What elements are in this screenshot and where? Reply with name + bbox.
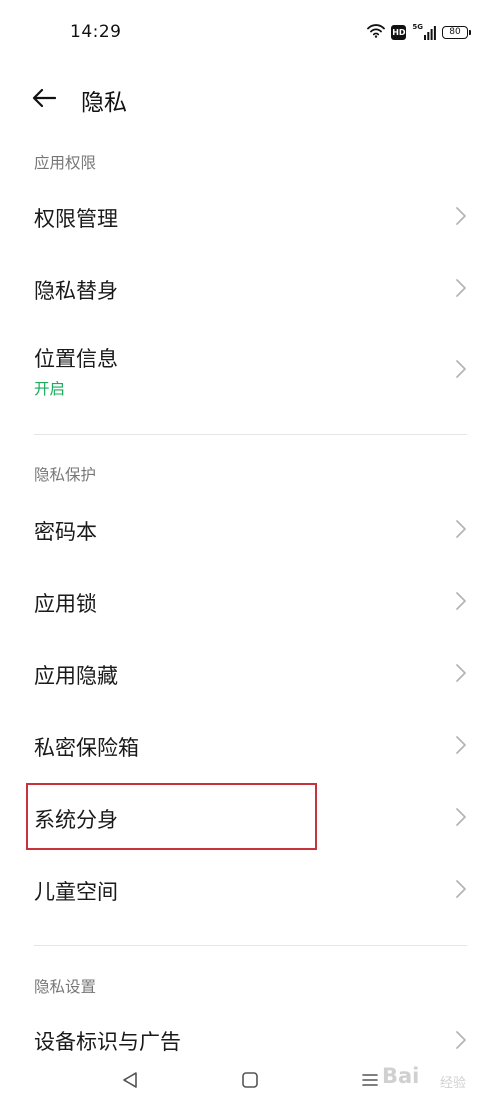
back-triangle-icon: [123, 1072, 137, 1088]
signal-5g-icon: 5G: [412, 24, 436, 40]
chevron-right-icon: [456, 279, 466, 297]
chevron-right-icon: [456, 360, 466, 378]
status-bar: 14:29 HD 5G 80: [0, 0, 500, 66]
app-hide-item[interactable]: 应用隐藏: [0, 637, 500, 709]
status-time: 14:29: [70, 22, 122, 42]
chevron-right-icon: [456, 664, 466, 682]
status-icons: HD 5G 80: [367, 22, 471, 42]
password-book-item[interactable]: 密码本: [0, 493, 500, 565]
list-item-label: 应用锁: [34, 592, 97, 616]
chevron-right-icon: [456, 592, 466, 610]
system-clone-item[interactable]: 系统分身: [0, 781, 500, 853]
chevron-right-icon: [456, 207, 466, 225]
chevron-right-icon: [456, 880, 466, 898]
chevron-right-icon: [456, 520, 466, 538]
app-lock-item[interactable]: 应用锁: [0, 565, 500, 637]
list-item-label: 权限管理: [34, 207, 118, 231]
page-title: 隐私: [81, 90, 127, 116]
section-title-app-permissions: 应用权限: [34, 154, 97, 172]
chevron-right-icon: [456, 808, 466, 826]
location-info-item[interactable]: 位置信息 开启: [0, 324, 500, 414]
list-item-label: 系统分身: [34, 808, 118, 832]
list-item-label: 设备标识与广告: [34, 1030, 181, 1054]
back-arrow-icon: [32, 88, 57, 112]
list-item-label: 应用隐藏: [34, 664, 118, 688]
privacy-settings-screen: 14:29 HD 5G 80 隐私 应用权限 权限管理 隐私替身 位置信息 开启…: [0, 0, 500, 1111]
section-divider: [34, 945, 467, 946]
nav-home-button[interactable]: [236, 1066, 264, 1094]
kids-space-item[interactable]: 儿童空间: [0, 853, 500, 925]
list-item-label: 位置信息: [34, 347, 118, 371]
menu-lines-icon: [362, 1074, 378, 1086]
section-title-privacy-settings: 隐私设置: [34, 978, 97, 996]
section-divider: [34, 434, 467, 435]
hd-icon: HD: [391, 24, 407, 40]
battery-level: 80: [449, 27, 461, 37]
list-item-label: 隐私替身: [34, 279, 118, 303]
battery-icon: 80: [442, 25, 471, 39]
nav-back-button[interactable]: [116, 1066, 144, 1094]
list-item-label: 儿童空间: [34, 880, 118, 904]
nav-menu-button[interactable]: [356, 1066, 384, 1094]
section-title-privacy-protection: 隐私保护: [34, 466, 97, 484]
back-button[interactable]: [28, 84, 60, 116]
privacy-substitute-item[interactable]: 隐私替身: [0, 252, 500, 324]
chevron-right-icon: [456, 736, 466, 754]
list-item-label: 密码本: [34, 520, 97, 544]
list-item-label: 私密保险箱: [34, 736, 139, 760]
network-type-label: 5G: [412, 23, 423, 31]
header: 隐私: [0, 72, 500, 128]
location-status-text: 开启: [34, 380, 66, 398]
navigation-bar: [0, 1056, 500, 1104]
wifi-icon: [367, 23, 386, 42]
home-square-icon: [242, 1072, 258, 1088]
chevron-right-icon: [456, 1031, 466, 1049]
permission-management-item[interactable]: 权限管理: [0, 180, 500, 252]
private-safe-item[interactable]: 私密保险箱: [0, 709, 500, 781]
